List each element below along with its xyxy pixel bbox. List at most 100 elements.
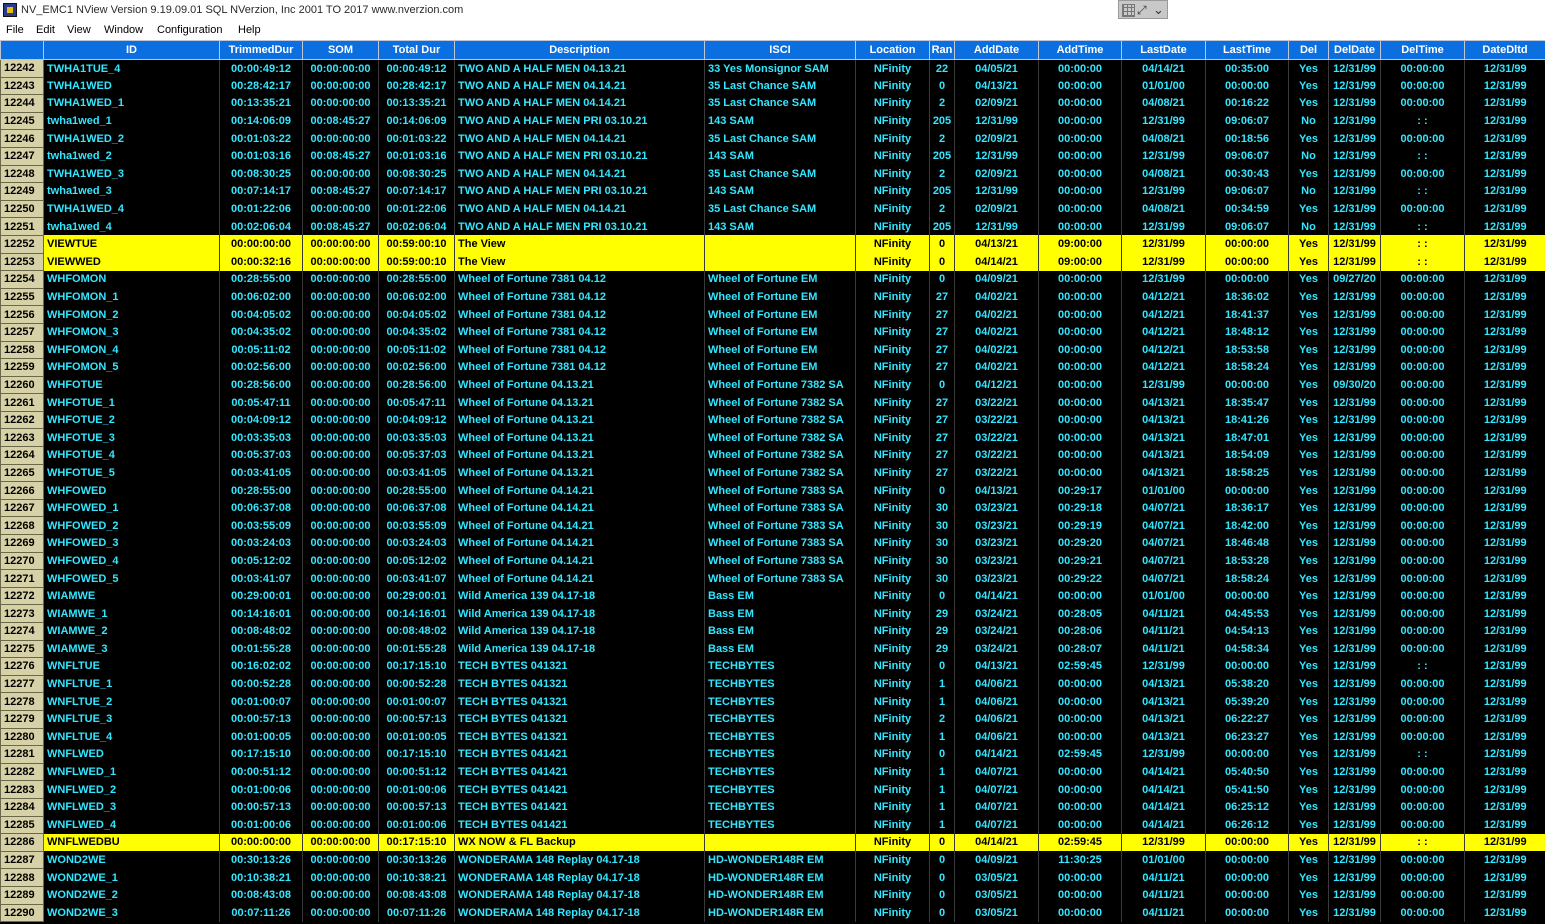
cell-ran[interactable]: 27 <box>929 428 955 447</box>
cell-deldate[interactable]: 12/31/99 <box>1328 657 1381 676</box>
cell-isci[interactable] <box>704 253 856 271</box>
row-number[interactable]: 12277 <box>0 674 44 694</box>
cell-del[interactable]: Yes <box>1288 604 1329 623</box>
cell-del[interactable]: Yes <box>1288 323 1329 341</box>
cell-ran[interactable]: 205 <box>929 147 955 166</box>
cell-ran[interactable]: 205 <box>929 112 955 130</box>
cell-trimmeddur[interactable]: 00:00:57:13 <box>219 798 303 817</box>
cell-addtime[interactable]: 00:00:00 <box>1038 446 1122 465</box>
cell-location[interactable]: NFinity <box>855 499 930 517</box>
cell-adddate[interactable]: 04/09/21 <box>954 270 1039 289</box>
row-number[interactable]: 12268 <box>0 516 44 536</box>
cell-isci[interactable]: TECHBYTES <box>704 657 856 676</box>
cell-location[interactable]: NFinity <box>855 235 930 254</box>
cell-som[interactable]: 00:00:00:00 <box>302 604 379 623</box>
cell-id[interactable]: WHFOMON <box>43 270 220 289</box>
header-deldate[interactable]: DelDate <box>1328 40 1381 60</box>
cell-ran[interactable]: 1 <box>929 816 955 834</box>
cell-ran[interactable]: 0 <box>929 77 955 95</box>
cell-adddate[interactable]: 04/13/21 <box>954 481 1039 500</box>
cell-deltime[interactable]: : : <box>1380 253 1465 271</box>
table-row[interactable]: 12253 VIEWWED 00:00:32:16 00:00:00:00 00:59:… <box>0 252 1545 272</box>
cell-del[interactable]: Yes <box>1288 587 1329 605</box>
cell-description[interactable]: Wheel of Fortune 7381 04.12 <box>454 358 705 377</box>
cell-som[interactable]: 00:00:00:00 <box>302 341 379 359</box>
row-number[interactable]: 12264 <box>0 446 44 465</box>
cell-totaldur[interactable]: 00:17:15:10 <box>378 657 455 676</box>
cell-lastdate[interactable]: 04/13/21 <box>1121 710 1206 729</box>
table-row[interactable]: 12250 TWHA1WED_4 00:01:22:06 00:00:00:00 00:… <box>0 199 1545 219</box>
row-number[interactable]: 12267 <box>0 498 44 518</box>
cell-id[interactable]: twha1wed_2 <box>43 147 220 166</box>
cell-del[interactable]: Yes <box>1288 763 1329 781</box>
cell-deldate[interactable]: 12/31/99 <box>1328 868 1381 887</box>
cell-totaldur[interactable]: 00:06:37:08 <box>378 499 455 517</box>
cell-id[interactable]: WNFLTUE_3 <box>43 710 220 729</box>
cell-location[interactable]: NFinity <box>855 692 930 711</box>
cell-lastdate[interactable]: 04/11/21 <box>1121 904 1206 922</box>
cell-id[interactable]: WIAMWE_3 <box>43 640 220 658</box>
cell-isci[interactable] <box>704 833 856 852</box>
row-number[interactable]: 12253 <box>0 252 44 272</box>
cell-del[interactable]: Yes <box>1288 569 1329 588</box>
cell-trimmeddur[interactable]: 00:01:55:28 <box>219 640 303 658</box>
cell-ran[interactable]: 0 <box>929 235 955 254</box>
cell-deldate[interactable]: 12/31/99 <box>1328 94 1381 113</box>
cell-addtime[interactable]: 00:00:00 <box>1038 710 1122 729</box>
cell-trimmeddur[interactable]: 00:30:13:26 <box>219 851 303 869</box>
cell-deldate[interactable]: 12/31/99 <box>1328 622 1381 641</box>
cell-lasttime[interactable]: 00:00:00 <box>1205 657 1289 676</box>
cell-isci[interactable]: TECHBYTES <box>704 710 856 729</box>
cell-del[interactable]: Yes <box>1288 288 1329 306</box>
cell-description[interactable]: WONDERAMA 148 Replay 04.17-18 <box>454 904 705 922</box>
cell-deltime[interactable]: 00:00:00 <box>1380 411 1465 429</box>
cell-description[interactable]: TECH BYTES 041421 <box>454 780 705 799</box>
cell-datedltd[interactable]: 12/31/99 <box>1464 446 1545 465</box>
cell-som[interactable]: 00:00:00:00 <box>302 904 379 922</box>
cell-lastdate[interactable]: 04/13/21 <box>1121 728 1206 746</box>
cell-lasttime[interactable]: 00:00:00 <box>1205 481 1289 500</box>
cell-addtime[interactable]: 00:29:17 <box>1038 481 1122 500</box>
table-row[interactable]: 12276 WNFLTUE 00:16:02:02 00:00:00:00 00:17:… <box>0 657 1545 676</box>
cell-lasttime[interactable]: 00:35:00 <box>1205 59 1289 78</box>
cell-addtime[interactable]: 00:00:00 <box>1038 288 1122 306</box>
table-row[interactable]: 12255 WHFOMON_1 00:06:02:00 00:00:00:00 00:0… <box>0 287 1545 307</box>
cell-lastdate[interactable]: 04/13/21 <box>1121 464 1206 482</box>
cell-isci[interactable]: Wheel of Fortune 7382 SA <box>704 393 856 412</box>
table-row[interactable]: 12290 WOND2WE_3 00:07:11:26 00:00:00:00 00:0… <box>0 903 1545 923</box>
cell-deldate[interactable]: 12/31/99 <box>1328 464 1381 482</box>
cell-id[interactable]: WIAMWE <box>43 587 220 605</box>
cell-som[interactable]: 00:00:00:00 <box>302 235 379 254</box>
cell-lasttime[interactable]: 09:06:07 <box>1205 112 1289 130</box>
cell-deltime[interactable]: 00:00:00 <box>1380 534 1465 553</box>
row-number[interactable]: 12248 <box>0 164 44 184</box>
cell-location[interactable]: NFinity <box>855 710 930 729</box>
row-number[interactable]: 12263 <box>0 428 44 448</box>
cell-datedltd[interactable]: 12/31/99 <box>1464 147 1545 166</box>
cell-ran[interactable]: 30 <box>929 534 955 553</box>
cell-totaldur[interactable]: 00:03:55:09 <box>378 516 455 535</box>
cell-description[interactable]: Wheel of Fortune 04.14.21 <box>454 552 705 570</box>
cell-deltime[interactable]: : : <box>1380 147 1465 166</box>
cell-addtime[interactable]: 09:00:00 <box>1038 253 1122 271</box>
cell-som[interactable]: 00:08:45:27 <box>302 147 379 166</box>
cell-deltime[interactable]: : : <box>1380 217 1465 236</box>
cell-del[interactable]: No <box>1288 217 1329 236</box>
table-row[interactable]: 12247 twha1wed_2 00:01:03:16 00:08:45:27 00:… <box>0 146 1545 166</box>
cell-isci[interactable]: Wheel of Fortune 7383 SA <box>704 569 856 588</box>
cell-addtime[interactable]: 00:00:00 <box>1038 587 1122 605</box>
cell-trimmeddur[interactable]: 00:28:55:00 <box>219 270 303 289</box>
cell-isci[interactable]: Wheel of Fortune 7382 SA <box>704 428 856 447</box>
cell-id[interactable]: WNFLWED_4 <box>43 816 220 834</box>
cell-trimmeddur[interactable]: 00:29:00:01 <box>219 587 303 605</box>
menu-edit[interactable]: Edit <box>36 21 55 40</box>
cell-lasttime[interactable]: 06:22:27 <box>1205 710 1289 729</box>
cell-som[interactable]: 00:00:00:00 <box>302 94 379 113</box>
cell-lastdate[interactable]: 04/11/21 <box>1121 622 1206 641</box>
cell-lastdate[interactable]: 04/07/21 <box>1121 552 1206 570</box>
cell-deldate[interactable]: 12/31/99 <box>1328 516 1381 535</box>
cell-description[interactable]: TWO AND A HALF MEN 04.14.21 <box>454 129 705 148</box>
cell-som[interactable]: 00:00:00:00 <box>302 77 379 95</box>
cell-lastdate[interactable]: 12/31/99 <box>1121 745 1206 764</box>
table-row[interactable]: 12268 WHFOWED_2 00:03:55:09 00:00:00:00 00:0… <box>0 516 1545 536</box>
